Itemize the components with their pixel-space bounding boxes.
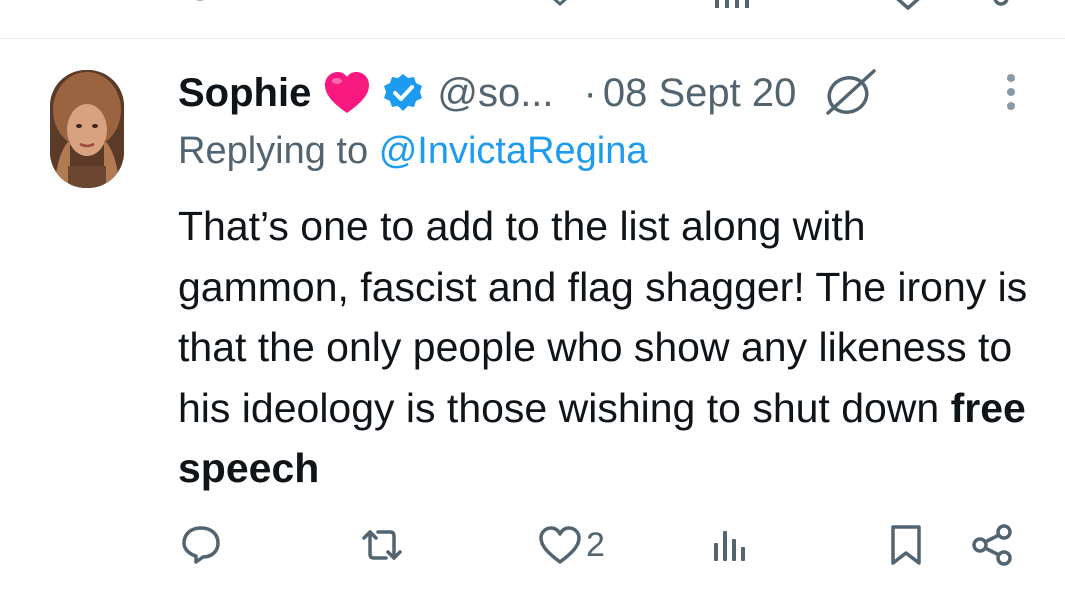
display-name[interactable]: Sophie <box>178 71 311 116</box>
replying-to: Replying to @InvictaRegina <box>178 130 648 173</box>
replying-prefix: Replying to <box>178 130 369 172</box>
tweet-text: That’s one to add to the list along with… <box>178 196 1038 499</box>
separator-dot: · <box>583 70 597 115</box>
share-icon <box>970 523 1014 567</box>
tweet-header: Sophie @so... · 08 Sept 20 <box>178 66 1018 120</box>
views-button[interactable] <box>710 520 750 570</box>
reply-icon <box>180 524 222 566</box>
user-handle[interactable]: @so... <box>437 71 553 116</box>
like-button[interactable]: 2 <box>538 520 605 570</box>
heart-outline-icon <box>538 525 582 565</box>
previous-tweet-action-bar <box>0 0 1065 10</box>
timestamp[interactable]: 08 Sept 20 <box>603 71 797 116</box>
retweet-button[interactable] <box>358 520 406 570</box>
bookmark-icon[interactable] <box>888 0 928 10</box>
tweet-text-main: That’s one to add to the list along with… <box>178 203 1028 431</box>
share-icon[interactable] <box>986 0 1016 10</box>
tweet-divider <box>0 38 1065 39</box>
views-icon <box>710 525 750 565</box>
reply-icon[interactable] <box>180 0 220 10</box>
avatar[interactable] <box>50 70 124 188</box>
grok-icon[interactable] <box>822 67 878 119</box>
heart-icon <box>323 71 371 115</box>
like-count: 2 <box>586 525 605 564</box>
views-icon[interactable] <box>712 0 752 10</box>
verified-badge-icon[interactable] <box>383 73 423 113</box>
replying-to-mention[interactable]: @InvictaRegina <box>379 130 648 172</box>
reply-button[interactable] <box>180 520 222 570</box>
bookmark-icon <box>888 523 924 567</box>
share-button[interactable] <box>970 520 1014 570</box>
bookmark-button[interactable] <box>888 520 924 570</box>
retweet-icon[interactable] <box>540 0 580 10</box>
retweet-icon <box>358 524 406 566</box>
more-options-icon[interactable] <box>1000 72 1022 112</box>
tweet-action-bar: 2 <box>0 520 1065 570</box>
